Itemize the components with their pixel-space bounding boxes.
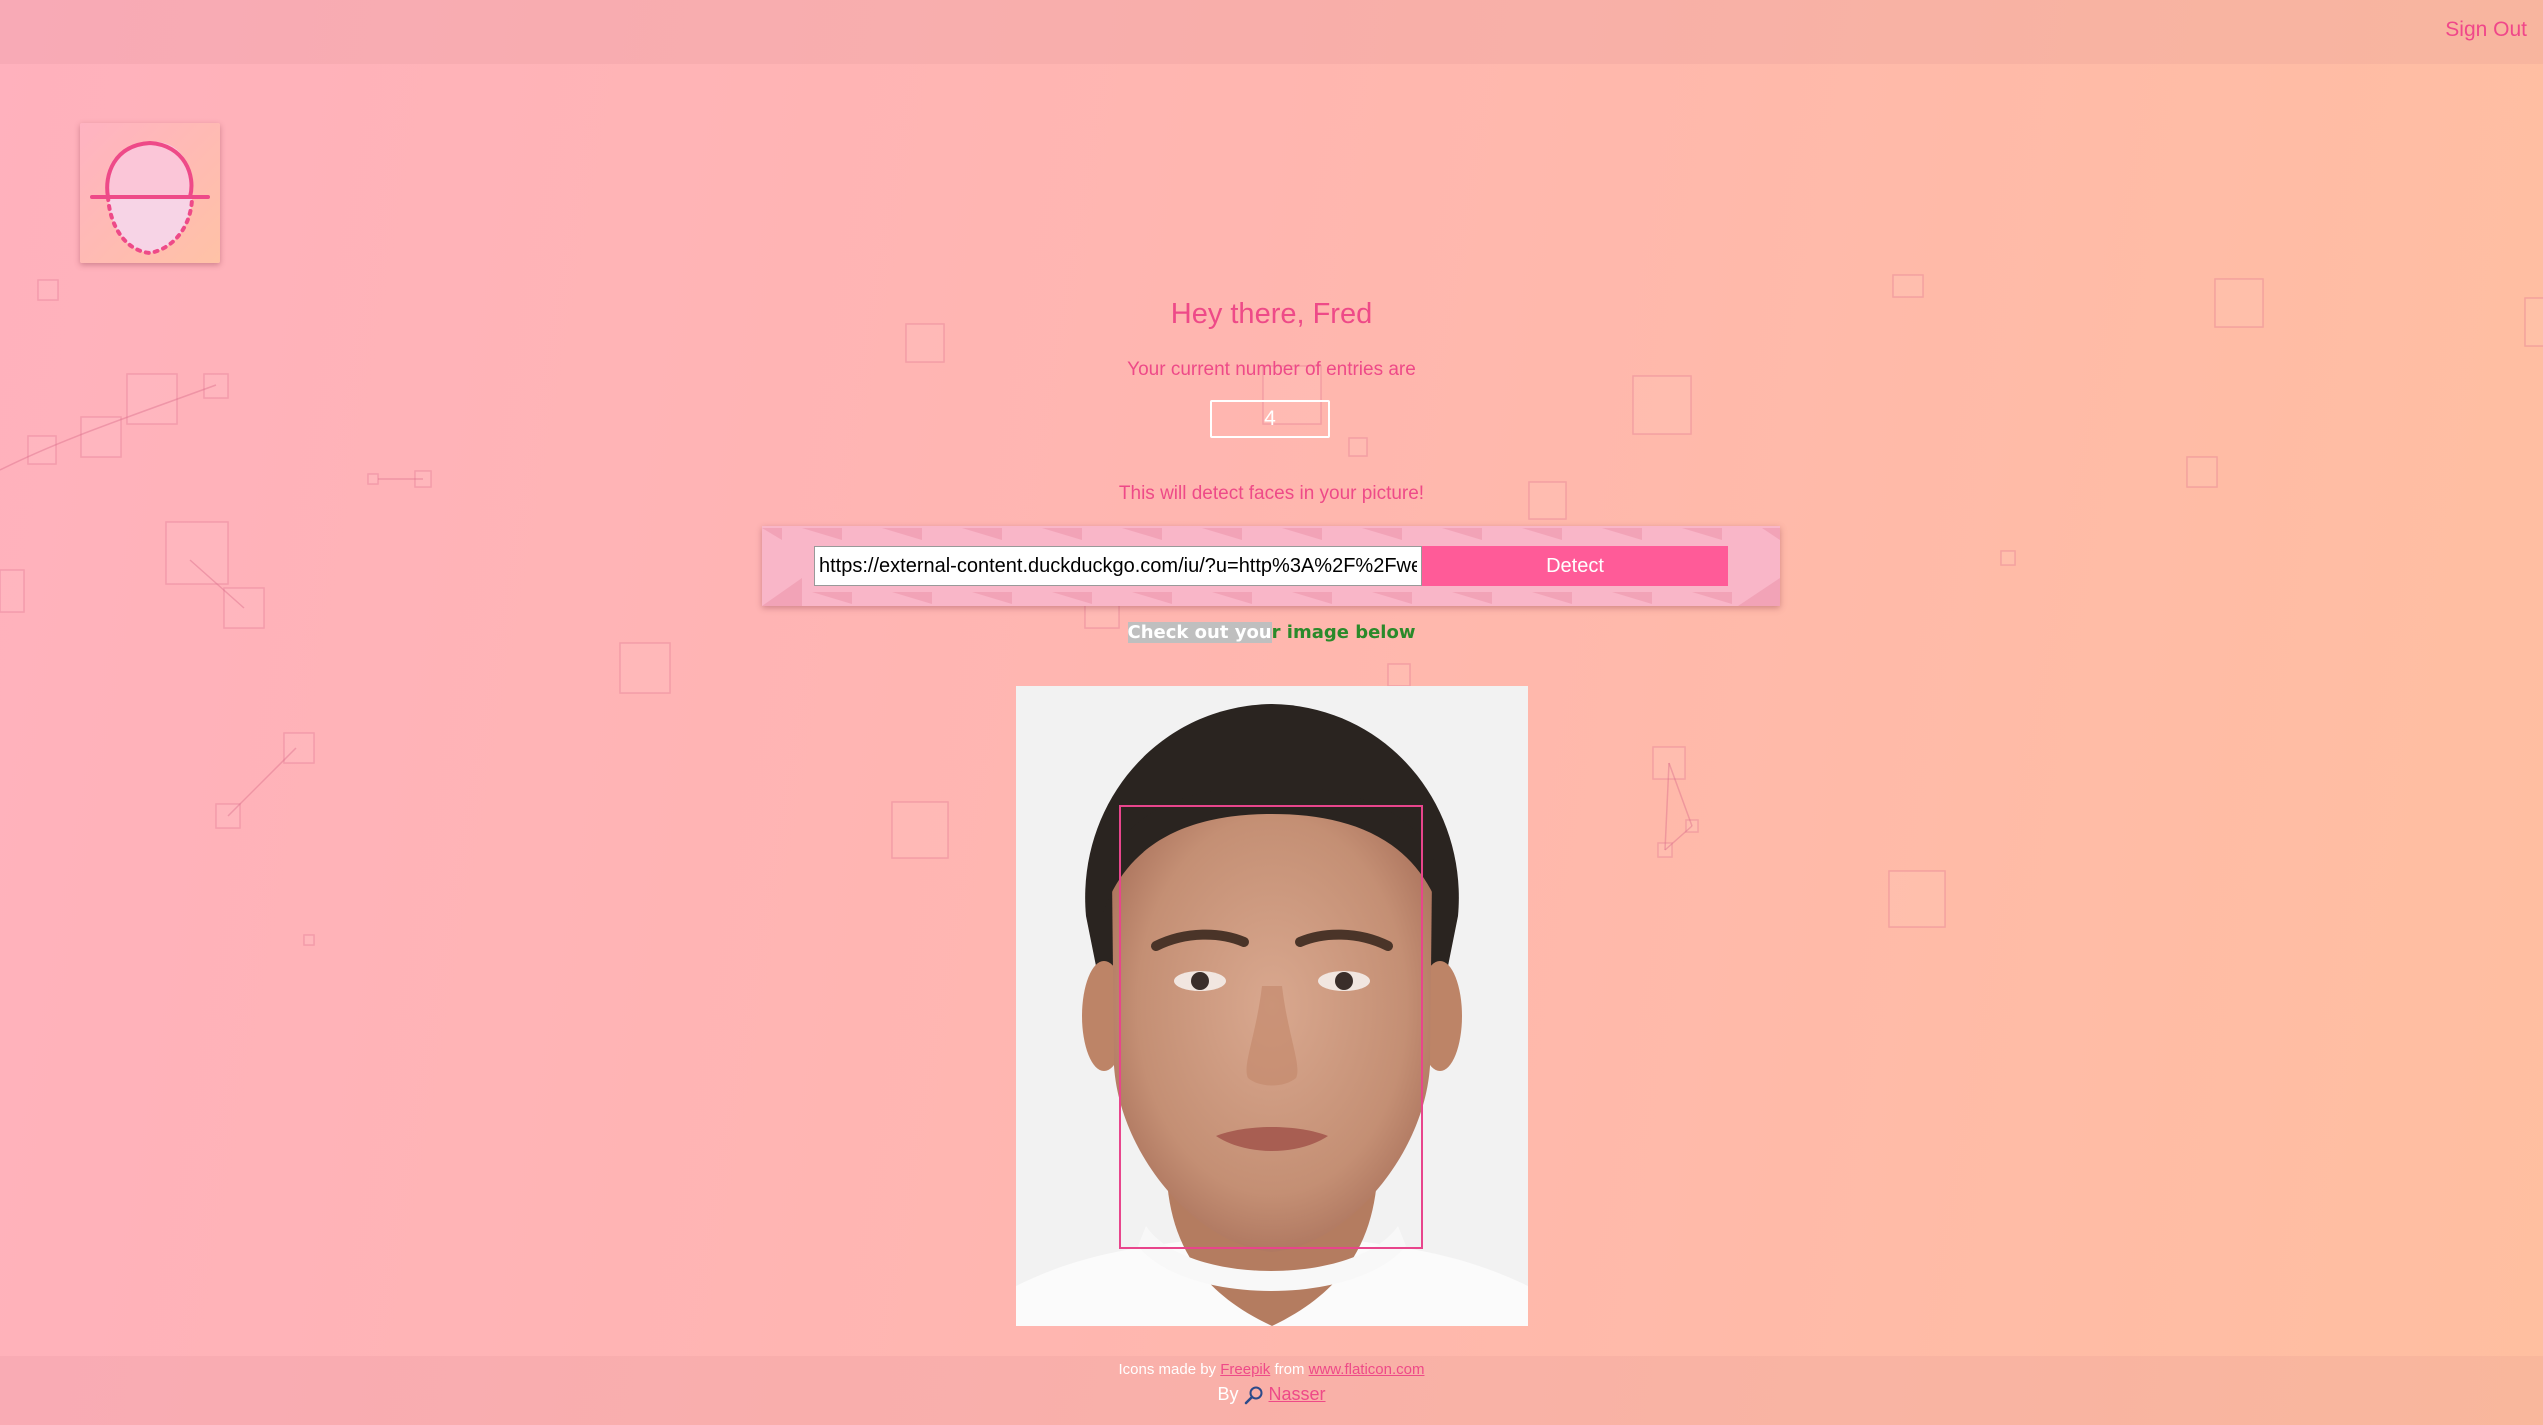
- entries-label: Your current number of entries are: [1127, 359, 1416, 380]
- footer: Icons made by Freepik from www.flaticon.…: [0, 1356, 2543, 1425]
- detect-description: This will detect faces in your picture!: [1118, 483, 1425, 504]
- face-bounding-box: [1119, 805, 1423, 1249]
- app-logo[interactable]: [80, 123, 220, 263]
- sign-out-link[interactable]: Sign Out: [2445, 18, 2527, 42]
- byline-prefix: By: [1217, 1384, 1239, 1404]
- greeting-heading: Hey there, Fred: [1170, 298, 1373, 330]
- author-byline: By Nasser: [0, 1384, 2543, 1405]
- credits-prefix: Icons made by: [1118, 1361, 1217, 1378]
- checkout-highlighted-text: Check out you: [1127, 622, 1272, 643]
- author-link[interactable]: Nasser: [1269, 1384, 1326, 1404]
- image-url-input[interactable]: [814, 546, 1422, 586]
- icon-credits: Icons made by Freepik from www.flaticon.…: [0, 1361, 2543, 1378]
- url-form-panel: Detect: [762, 526, 1780, 606]
- freepik-link[interactable]: Freepik: [1220, 1361, 1270, 1378]
- checkout-rest-text: r image below: [1271, 622, 1416, 643]
- credits-from: from: [1274, 1361, 1305, 1378]
- face-outline-icon: [90, 140, 210, 256]
- magnifier-icon: [1244, 1386, 1262, 1405]
- detect-button[interactable]: Detect: [1422, 546, 1728, 586]
- top-nav-bar: Sign Out: [0, 0, 2543, 64]
- flaticon-link[interactable]: www.flaticon.com: [1309, 1361, 1425, 1378]
- entry-count-badge: 4: [1210, 400, 1330, 438]
- checkout-image-label: Check out your image below: [0, 622, 2543, 643]
